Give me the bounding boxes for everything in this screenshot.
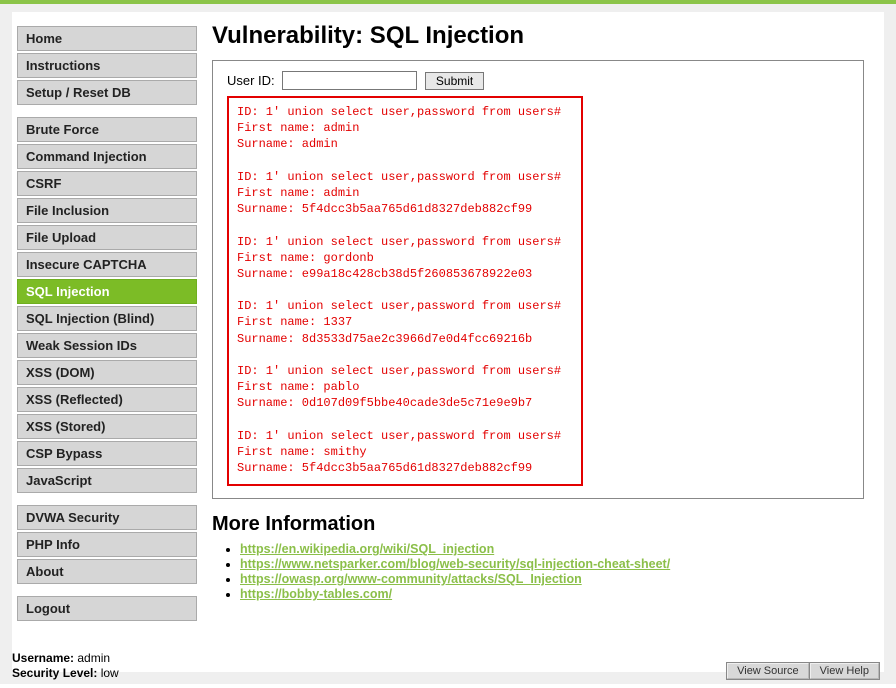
view-source-button[interactable]: View Source	[726, 662, 810, 680]
footer-status: Username: admin Security Level: low	[12, 651, 119, 682]
vulnerable-form-box: User ID: Submit ID: 1' union select user…	[212, 60, 864, 499]
footer-username-value: admin	[77, 651, 110, 665]
sidebar-item-csrf[interactable]: CSRF	[17, 171, 197, 196]
submit-button[interactable]: Submit	[425, 72, 484, 90]
sidebar-item-csp-bypass[interactable]: CSP Bypass	[17, 441, 197, 466]
more-info-heading: More Information	[212, 513, 864, 536]
more-info-link[interactable]: https://owasp.org/www-community/attacks/…	[240, 572, 582, 586]
sidebar-item-file-upload[interactable]: File Upload	[17, 225, 197, 250]
sidebar-item-brute-force[interactable]: Brute Force	[17, 117, 197, 142]
more-info-links: https://en.wikipedia.org/wiki/SQL_inject…	[240, 542, 864, 601]
sidebar-item-javascript[interactable]: JavaScript	[17, 468, 197, 493]
more-info-link-item: https://bobby-tables.com/	[240, 587, 864, 601]
more-info-link[interactable]: https://bobby-tables.com/	[240, 587, 392, 601]
more-info-link-item: https://www.netsparker.com/blog/web-secu…	[240, 557, 864, 571]
sidebar-item-weak-session-ids[interactable]: Weak Session IDs	[17, 333, 197, 358]
sidebar-item-command-injection[interactable]: Command Injection	[17, 144, 197, 169]
sidebar-item-home[interactable]: Home	[17, 26, 197, 51]
sidebar-item-php-info[interactable]: PHP Info	[17, 532, 197, 557]
sidebar-item-sql-injection[interactable]: SQL Injection	[17, 279, 197, 304]
footer-security-value: low	[101, 666, 119, 680]
sidebar-item-xss-reflected-[interactable]: XSS (Reflected)	[17, 387, 197, 412]
view-help-button[interactable]: View Help	[809, 662, 880, 680]
sidebar-item-file-inclusion[interactable]: File Inclusion	[17, 198, 197, 223]
sidebar-item-logout[interactable]: Logout	[17, 596, 197, 621]
sidebar-item-dvwa-security[interactable]: DVWA Security	[17, 505, 197, 530]
user-id-label: User ID:	[227, 73, 275, 88]
more-info-link[interactable]: https://en.wikipedia.org/wiki/SQL_inject…	[240, 542, 494, 556]
sidebar-item-instructions[interactable]: Instructions	[17, 53, 197, 78]
sidebar-item-xss-dom-[interactable]: XSS (DOM)	[17, 360, 197, 385]
more-info-link[interactable]: https://www.netsparker.com/blog/web-secu…	[240, 557, 670, 571]
footer-security-label: Security Level:	[12, 666, 97, 680]
user-id-input[interactable]	[282, 71, 417, 90]
sidebar-item-sql-injection-blind-[interactable]: SQL Injection (Blind)	[17, 306, 197, 331]
sidebar-item-about[interactable]: About	[17, 559, 197, 584]
more-info-link-item: https://owasp.org/www-community/attacks/…	[240, 572, 864, 586]
sidebar-nav: HomeInstructionsSetup / Reset DB Brute F…	[12, 16, 202, 672]
page-title: Vulnerability: SQL Injection	[212, 22, 864, 50]
sidebar-item-xss-stored-[interactable]: XSS (Stored)	[17, 414, 197, 439]
sidebar-item-insecure-captcha[interactable]: Insecure CAPTCHA	[17, 252, 197, 277]
main-content: Vulnerability: SQL Injection User ID: Su…	[202, 16, 884, 672]
query-results: ID: 1' union select user,password from u…	[227, 96, 583, 486]
sidebar-item-setup-reset-db[interactable]: Setup / Reset DB	[17, 80, 197, 105]
more-info-link-item: https://en.wikipedia.org/wiki/SQL_inject…	[240, 542, 864, 556]
footer-username-label: Username:	[12, 651, 74, 665]
